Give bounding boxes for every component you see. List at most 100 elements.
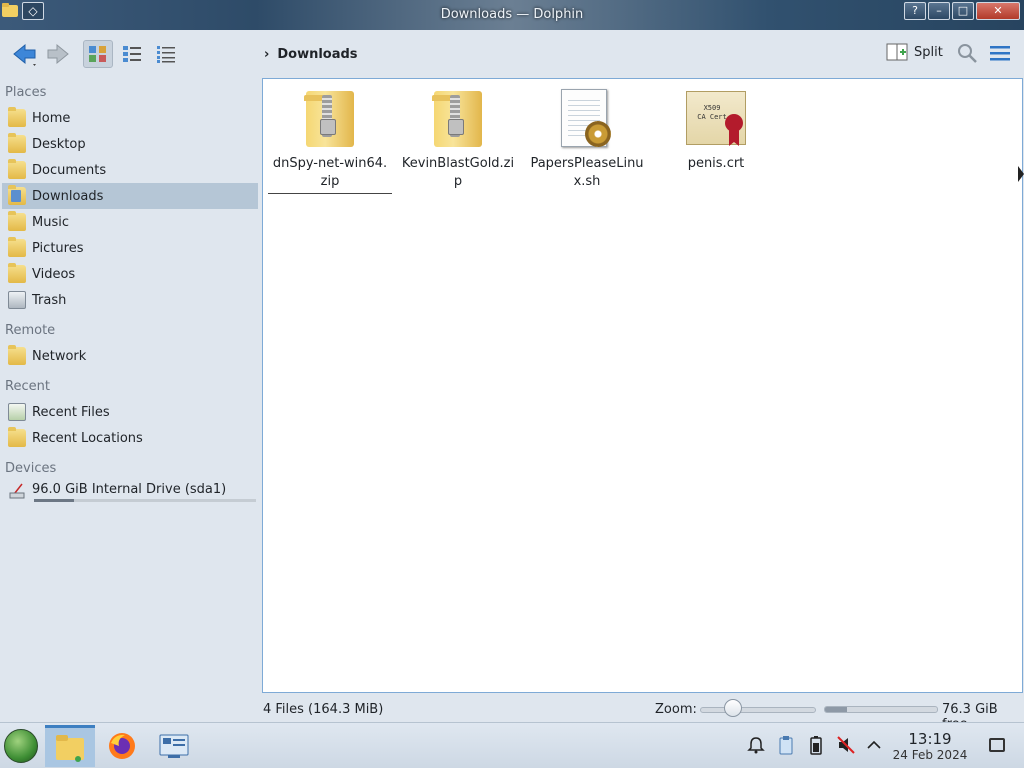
section-title-devices: Devices [5, 461, 57, 476]
sidebar-item-recent-locations[interactable]: Recent Locations [2, 425, 258, 451]
split-view-icon [886, 43, 908, 61]
chevron-right-icon: › [264, 47, 270, 62]
breadcrumb-item-downloads[interactable]: Downloads [277, 47, 357, 62]
sidebar-item-videos[interactable]: Videos [2, 261, 258, 287]
clipboard-icon[interactable] [776, 735, 796, 755]
icons-view-icon [89, 46, 106, 62]
icons-view-button[interactable] [83, 40, 113, 68]
clock-time: 13:19 [908, 730, 952, 748]
certificate-icon: X509 CA Cert [684, 87, 748, 151]
sidebar-item-label: Desktop [32, 136, 86, 152]
sidebar-item-pictures[interactable]: Pictures [2, 235, 258, 261]
minimize-button[interactable]: – [928, 2, 950, 20]
hard-drive-icon [9, 483, 25, 499]
sidebar-item-internal-drive[interactable]: 96.0 GiB Internal Drive (sda1) [2, 479, 258, 507]
sidebar-item-label: Music [32, 214, 69, 230]
file-name: dnSpy-net-win64.zip [268, 155, 392, 194]
documents-folder-icon [8, 159, 26, 179]
notifications-icon[interactable] [746, 735, 766, 755]
zip-archive-icon [298, 87, 362, 151]
taskbar-item-firefox[interactable] [97, 725, 147, 767]
zip-archive-icon [426, 87, 490, 151]
section-title-places: Places [5, 85, 47, 100]
search-icon [958, 44, 977, 63]
taskbar-item-dolphin[interactable] [45, 725, 95, 767]
window-title: Downloads — Dolphin [440, 7, 584, 22]
chevron-up-icon[interactable] [864, 735, 884, 755]
title-bar: ◇ Downloads — Dolphin ? – □ ✕ [0, 0, 1024, 30]
file-view[interactable]: dnSpy-net-win64.zip KevinBlastGold.zip P… [262, 78, 1023, 693]
menu-button[interactable] [989, 44, 1011, 66]
compact-view-button[interactable] [117, 40, 147, 68]
drive-usage-bar [34, 499, 256, 502]
help-button[interactable]: ? [904, 2, 926, 20]
zoom-label: Zoom: [655, 702, 697, 717]
sidebar-item-desktop[interactable]: Desktop [2, 131, 258, 157]
forward-button[interactable] [44, 40, 74, 68]
sidebar-item-home[interactable]: Home [2, 105, 258, 131]
file-item[interactable]: PapersPleaseLinux.sh [525, 87, 649, 191]
sidebar-item-label: Pictures [32, 240, 84, 256]
sidebar-item-label: Home [32, 110, 71, 126]
arrow-left-icon [13, 43, 36, 66]
shell-script-icon [555, 87, 619, 151]
taskbar: 13:19 24 Feb 2024 [0, 722, 1024, 768]
sidebar-item-recent-files[interactable]: Recent Files [2, 399, 258, 425]
mouse-cursor-icon [1018, 166, 1024, 182]
close-button[interactable]: ✕ [976, 2, 1020, 20]
system-settings-icon [159, 734, 189, 758]
sidebar-item-label: Downloads [32, 188, 104, 204]
home-folder-icon [8, 107, 26, 127]
pictures-folder-icon [8, 237, 26, 257]
application-launcher-button[interactable] [4, 729, 38, 763]
details-view-button[interactable] [151, 40, 181, 68]
taskbar-item-system-settings[interactable] [149, 725, 199, 767]
trash-icon [8, 291, 26, 309]
split-button[interactable]: Split [886, 42, 943, 62]
recent-files-icon [8, 403, 26, 421]
zoom-slider[interactable] [700, 707, 816, 713]
volume-muted-icon[interactable] [836, 735, 856, 755]
videos-folder-icon [8, 263, 26, 283]
toolbar: › Downloads Split [0, 30, 1024, 78]
sidebar-item-label: Documents [32, 162, 107, 178]
downloads-folder-icon [8, 185, 26, 205]
file-manager-icon [56, 734, 84, 762]
maximize-button[interactable]: □ [952, 2, 974, 20]
sidebar-item-network[interactable]: Network [2, 343, 258, 369]
free-space-bar [824, 706, 938, 713]
arrow-right-icon [47, 43, 69, 65]
file-item[interactable]: X509 CA Cert penis.crt [654, 87, 778, 173]
sidebar-item-label: 96.0 GiB Internal Drive (sda1) [32, 482, 227, 497]
sidebar-item-downloads[interactable]: Downloads [2, 183, 258, 209]
sidebar-item-trash[interactable]: Trash [2, 287, 258, 313]
digital-clock[interactable]: 13:19 24 Feb 2024 [890, 730, 970, 763]
music-folder-icon [8, 211, 26, 231]
recent-locations-icon [8, 427, 26, 447]
hamburger-menu-icon [990, 46, 1010, 61]
back-button[interactable] [8, 40, 44, 68]
zoom-slider-handle[interactable] [724, 699, 742, 717]
split-label: Split [914, 44, 943, 60]
places-panel: Places Home Desktop Documents Downloads … [0, 80, 262, 700]
sidebar-item-music[interactable]: Music [2, 209, 258, 235]
clock-date: 24 Feb 2024 [892, 748, 968, 762]
sidebar-item-label: Network [32, 348, 87, 364]
details-view-icon [157, 46, 175, 63]
sidebar-item-label: Trash [32, 292, 67, 308]
file-item[interactable]: dnSpy-net-win64.zip [268, 87, 392, 194]
show-desktop-button[interactable] [989, 738, 1005, 752]
battery-icon[interactable] [806, 735, 826, 755]
section-title-recent: Recent [5, 379, 50, 394]
file-item[interactable]: KevinBlastGold.zip [396, 87, 520, 191]
breadcrumb[interactable]: › Downloads [264, 47, 358, 62]
network-folder-icon [8, 345, 26, 365]
search-button[interactable] [956, 42, 978, 68]
sidebar-item-documents[interactable]: Documents [2, 157, 258, 183]
files-summary: 4 Files (164.3 MiB) [263, 702, 384, 717]
firefox-icon [109, 733, 135, 759]
section-title-remote: Remote [5, 323, 56, 338]
sidebar-item-label: Recent Files [32, 404, 110, 420]
file-name: penis.crt [687, 156, 745, 171]
sidebar-item-label: Recent Locations [32, 430, 143, 446]
